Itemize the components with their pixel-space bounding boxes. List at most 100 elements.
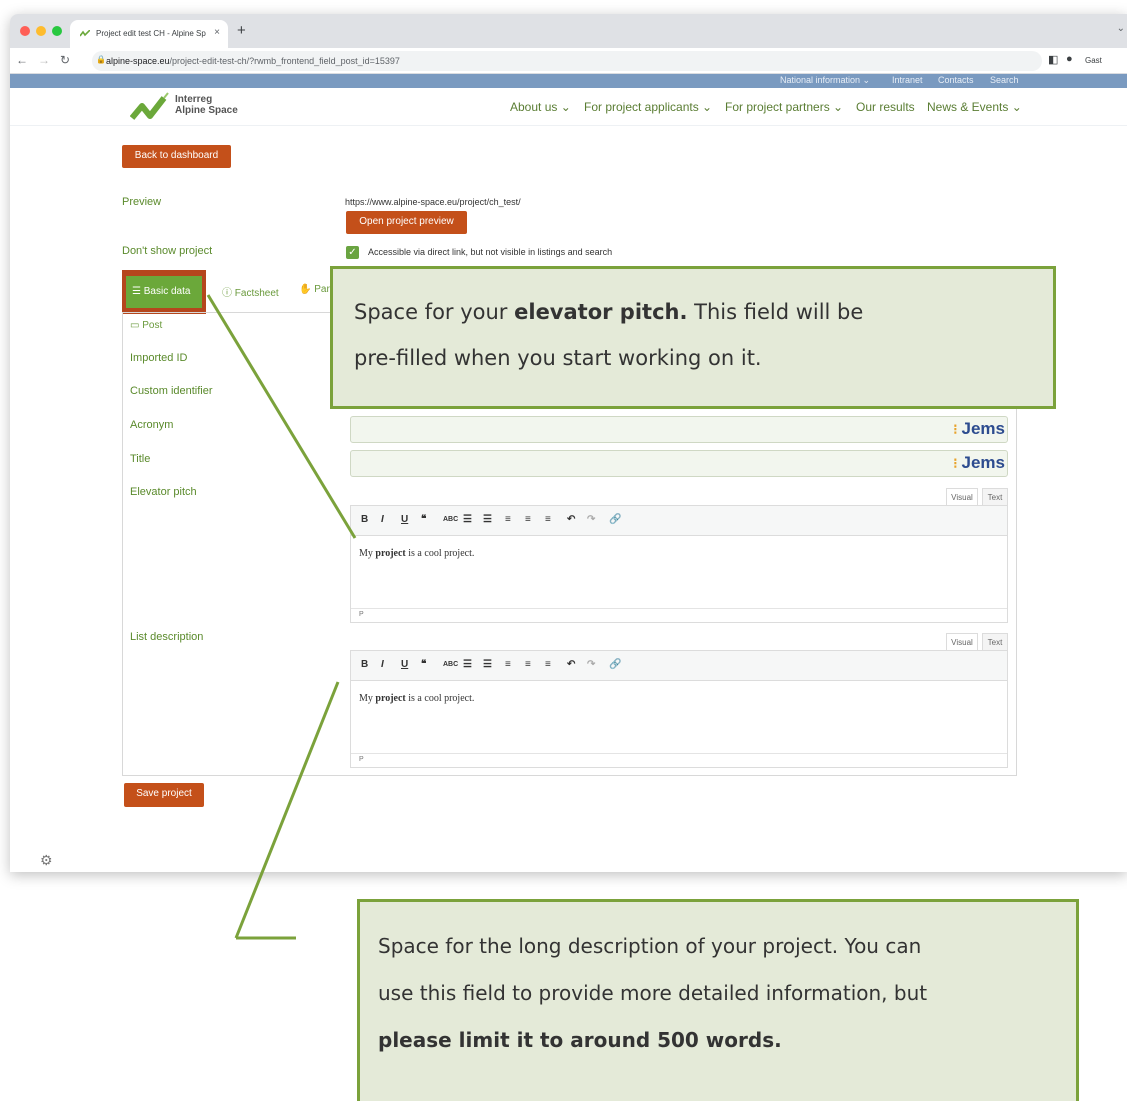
numbered-list-icon[interactable]: ☰ <box>483 514 492 525</box>
browser-tab[interactable]: Project edit test CH - Alpine Sp × <box>70 20 228 48</box>
site-top-nav: National information ⌄ Intranet Contacts… <box>10 74 1127 88</box>
dont-show-project-text: Accessible via direct link, but not visi… <box>368 247 613 257</box>
quote-icon[interactable]: ❝ <box>421 514 426 525</box>
content-text: is a cool project. <box>405 693 475 704</box>
minimize-window-icon[interactable] <box>36 26 46 36</box>
undo-icon[interactable]: ↶ <box>567 659 575 670</box>
numbered-list-icon[interactable]: ☰ <box>483 659 492 670</box>
elevator-pitch-label: Elevator pitch <box>130 486 197 498</box>
title-field[interactable]: ⁝ Jems <box>350 450 1008 477</box>
top-nav-intranet[interactable]: Intranet <box>892 75 923 85</box>
list-description-label: List description <box>130 631 204 643</box>
info-icon: ⓘ <box>222 288 235 299</box>
post-section: ▭ Post <box>130 320 162 331</box>
handshake-icon: ✋ <box>299 284 315 295</box>
callout-bold-text: elevator pitch. <box>514 300 688 324</box>
editor-path: P <box>351 608 1007 622</box>
tab-factsheet[interactable]: ⓘ Factsheet <box>222 284 279 299</box>
callout-text: use this field to provide more detailed … <box>378 981 928 1005</box>
bold-icon[interactable]: B <box>361 514 368 525</box>
acronym-field[interactable]: ⁝ Jems <box>350 416 1008 443</box>
back-arrow-icon[interactable]: ← <box>16 53 28 67</box>
open-project-preview-button[interactable]: Open project preview <box>346 211 467 234</box>
jems-icon: ⁝ <box>953 421 962 437</box>
nav-about-us[interactable]: About us ⌄ <box>510 100 571 114</box>
elevator-pitch-editor[interactable]: B I U ❝ ABC ☰ ☰ ≡ ≡ ≡ ↶ ↷ 🔗 My project i… <box>350 505 1008 623</box>
editor-path: P <box>351 753 1007 767</box>
redo-icon[interactable]: ↷ <box>587 659 595 670</box>
profile-label[interactable]: Gast <box>1085 56 1102 65</box>
content-text: My <box>359 693 376 704</box>
top-nav-contacts[interactable]: Contacts <box>938 75 974 85</box>
top-nav-national-information[interactable]: National information ⌄ <box>780 75 870 86</box>
gear-icon[interactable]: ⚙ <box>40 852 53 869</box>
align-left-icon[interactable]: ≡ <box>505 514 511 525</box>
elevator-pitch-callout: Space for your elevator pitch. This fiel… <box>330 266 1056 409</box>
italic-icon[interactable]: I <box>381 659 384 670</box>
url-domain: alpine-space.eu <box>106 56 170 66</box>
strikethrough-icon[interactable]: ABC <box>443 661 458 668</box>
address-bar-row: ← → ↻ 🔒 alpine-space.eu/project-edit-tes… <box>10 48 1127 74</box>
align-right-icon[interactable]: ≡ <box>545 659 551 670</box>
new-tab-button[interactable]: + <box>237 22 246 39</box>
elevator-pitch-content[interactable]: My project is a cool project. <box>351 536 1007 608</box>
back-to-dashboard-button[interactable]: Back to dashboard <box>122 145 231 168</box>
jems-label: Jems <box>961 453 1005 472</box>
quote-icon[interactable]: ❝ <box>421 659 426 670</box>
profile-icon[interactable]: ● <box>1066 53 1073 65</box>
align-right-icon[interactable]: ≡ <box>545 514 551 525</box>
preview-url: https://www.alpine-space.eu/project/ch_t… <box>345 197 521 207</box>
tab-basic-data[interactable]: ☰ Basic data <box>122 270 206 314</box>
maximize-window-icon[interactable] <box>52 26 62 36</box>
preview-label: Preview <box>122 196 162 208</box>
tab-close-icon[interactable]: × <box>214 27 220 38</box>
list-description-editor[interactable]: B I U ❝ ABC ☰ ☰ ≡ ≡ ≡ ↶ ↷ 🔗 My project i… <box>350 650 1008 768</box>
underline-icon[interactable]: U <box>401 659 408 670</box>
long-description-callout: Space for the long description of your p… <box>357 899 1079 1101</box>
nav-for-project-applicants[interactable]: For project applicants ⌄ <box>584 100 712 114</box>
text-tab[interactable]: Text <box>982 488 1008 505</box>
editor-toolbar: B I U ❝ ABC ☰ ☰ ≡ ≡ ≡ ↶ ↷ 🔗 <box>351 506 1007 536</box>
link-icon[interactable]: 🔗 <box>609 514 621 525</box>
callout-text: Space for your <box>354 300 515 324</box>
save-project-button[interactable]: Save project <box>124 783 204 807</box>
strikethrough-icon[interactable]: ABC <box>443 516 458 523</box>
text-tab[interactable]: Text <box>982 633 1008 650</box>
nav-our-results[interactable]: Our results <box>856 100 915 114</box>
underline-icon[interactable]: U <box>401 514 408 525</box>
align-center-icon[interactable]: ≡ <box>525 514 531 525</box>
site-logo-text[interactable]: Interreg Alpine Space <box>175 94 238 116</box>
post-icon: ▭ <box>130 320 143 331</box>
content-bold-text: project <box>375 693 406 704</box>
browser-window: Project edit test CH - Alpine Sp × + ⌄ ←… <box>10 14 1127 872</box>
dont-show-project-checkbox[interactable]: ✓ <box>346 246 359 259</box>
tab-list-chevron-icon[interactable]: ⌄ <box>1117 23 1125 34</box>
undo-icon[interactable]: ↶ <box>567 514 575 525</box>
url-field[interactable]: 🔒 alpine-space.eu/project-edit-test-ch/?… <box>92 51 1042 71</box>
jems-icon: ⁝ <box>953 455 962 471</box>
interreg-logo-icon[interactable] <box>130 92 172 124</box>
nav-news-events[interactable]: News & Events ⌄ <box>927 100 1022 114</box>
forward-arrow-icon[interactable]: → <box>38 53 50 67</box>
logo-line-2: Alpine Space <box>175 105 238 116</box>
top-nav-search[interactable]: Search <box>990 75 1019 85</box>
nav-for-project-partners[interactable]: For project partners ⌄ <box>725 100 843 114</box>
italic-icon[interactable]: I <box>381 514 384 525</box>
list-description-content[interactable]: My project is a cool project. <box>351 681 1007 753</box>
sidebar-toggle-icon[interactable]: ◧ <box>1048 53 1058 66</box>
close-window-icon[interactable] <box>20 26 30 36</box>
acronym-label: Acronym <box>130 419 174 431</box>
link-icon[interactable]: 🔗 <box>609 659 621 670</box>
align-center-icon[interactable]: ≡ <box>525 659 531 670</box>
bullet-list-icon[interactable]: ☰ <box>463 514 472 525</box>
redo-icon[interactable]: ↷ <box>587 514 595 525</box>
bold-icon[interactable]: B <box>361 659 368 670</box>
reload-icon[interactable]: ↻ <box>60 53 70 67</box>
visual-tab[interactable]: Visual <box>946 633 978 650</box>
align-left-icon[interactable]: ≡ <box>505 659 511 670</box>
visual-tab[interactable]: Visual <box>946 488 978 505</box>
logo-line-1: Interreg <box>175 94 213 105</box>
bullet-list-icon[interactable]: ☰ <box>463 659 472 670</box>
callout-text: pre-filled when you start working on it. <box>354 346 762 370</box>
content-bold-text: project <box>375 548 406 559</box>
